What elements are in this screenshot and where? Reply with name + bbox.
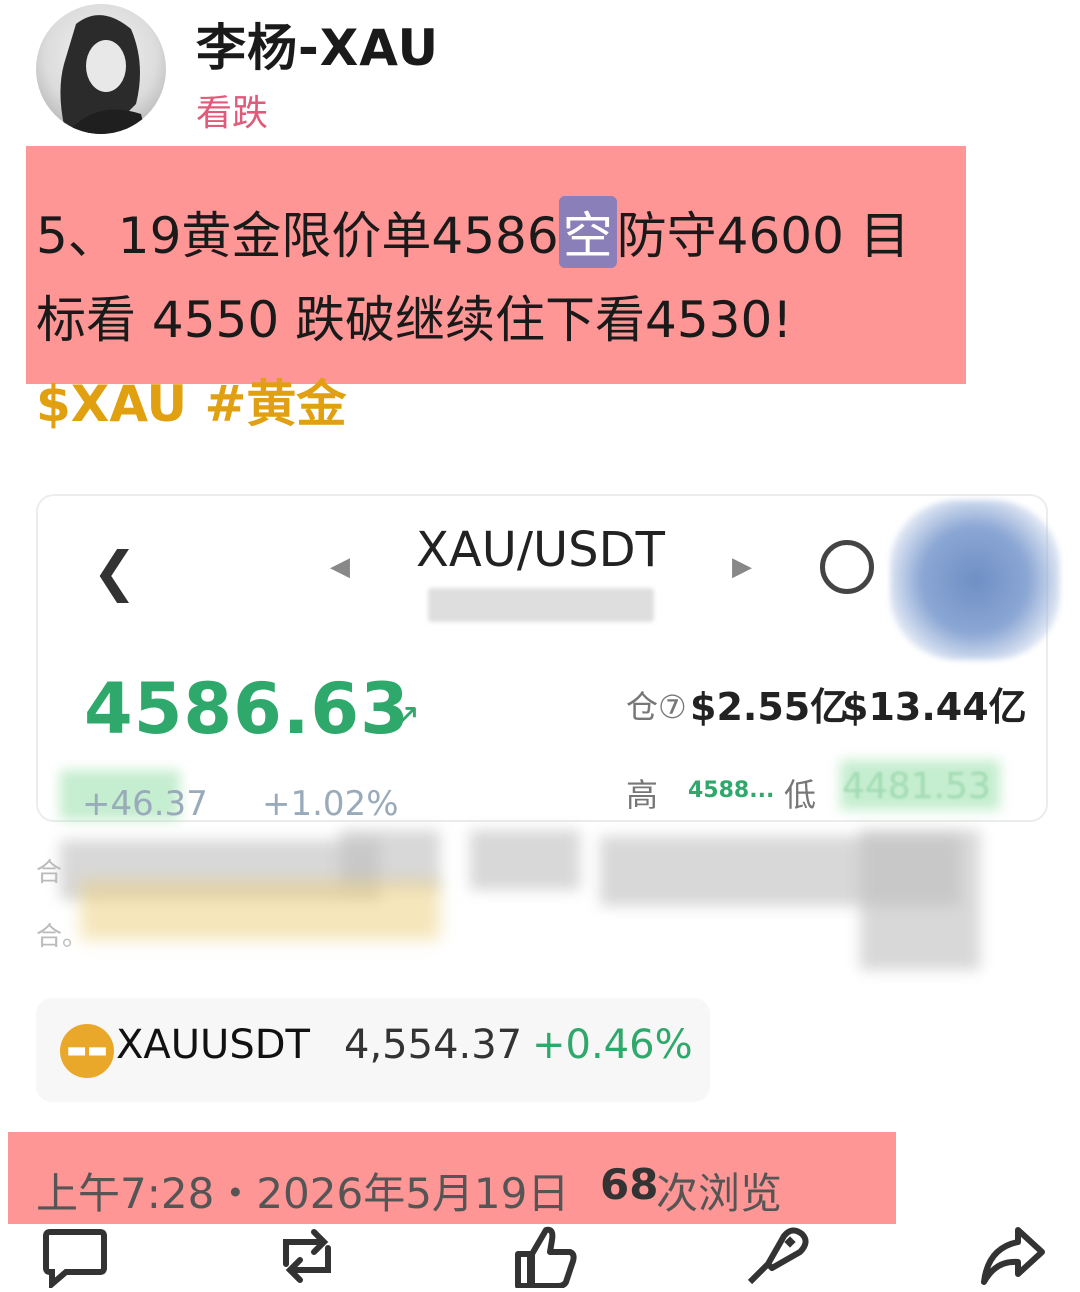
up-arrow-icon: ↗ [392,696,421,736]
green-scribble [840,760,1000,810]
author-name[interactable]: 李杨-XAU [196,8,439,80]
position-value-2: $13.44亿 [842,685,1027,729]
tip-icon[interactable] [744,1224,814,1288]
avatar[interactable] [36,4,166,134]
ticker-price: 4,554.37 [344,1022,523,1068]
view-count: 68 [600,1160,659,1209]
price-change: +46.37 [82,784,208,824]
gold-bars-icon: ▬▬ [60,1024,114,1078]
share-icon[interactable] [978,1224,1048,1288]
next-arrow-icon: ▶ [732,552,752,582]
card-price: 4586.63 [84,668,410,750]
view-count-label: 次浏览 [656,1169,783,1218]
position-label: 仓⑦ [626,688,687,726]
post-timestamp: 上午7:28・2026年5月19日 [36,1169,570,1218]
high-label: 高 [626,776,659,814]
post-text-line-1: 5、19黄金限价单4586空防守4600 目 [36,196,910,268]
like-icon[interactable] [510,1224,580,1289]
scribble-redaction [890,500,1060,660]
low-label: 低 [784,776,817,814]
high-value: 4588... [688,778,775,803]
prev-arrow-icon: ◀ [330,552,350,582]
yellow-scribble [80,880,440,940]
sentiment-badge: 看跌 [196,93,269,134]
ticker-change: +0.46% [532,1022,693,1068]
gray-scribble [860,830,980,970]
comment-icon[interactable] [40,1224,110,1291]
post-tags[interactable]: $XAU #黄金 [36,364,346,436]
search-icon [820,540,874,594]
price-change-pct: +1.02% [262,784,399,824]
gray-scribble [470,830,580,890]
position-value-1: $2.55亿 [690,685,849,729]
blurred-subtitle [428,588,654,622]
chevron-left-icon: ❮ [92,540,138,603]
info-label: 合 [36,858,63,888]
post-text-line-2: 标看 4550 跌破继续住下看4530! [36,291,793,349]
repost-icon[interactable] [272,1224,342,1288]
short-marker: 空 [558,196,617,268]
ticker-symbol[interactable]: XAUUSDT [116,1022,310,1068]
card-symbol: XAU/USDT [416,522,665,578]
